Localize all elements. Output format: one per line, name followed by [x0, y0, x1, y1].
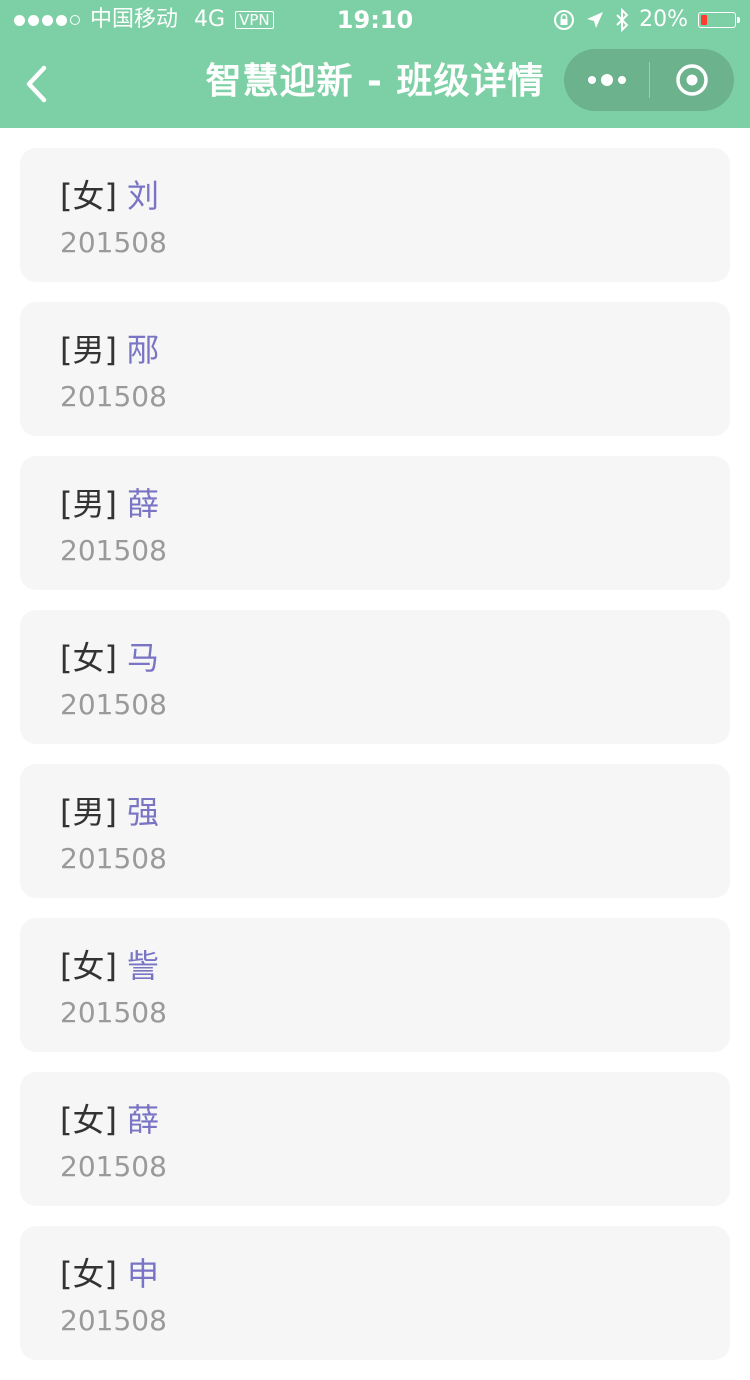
student-id: 201508 [60, 534, 167, 567]
location-arrow-icon [587, 12, 604, 28]
mini-program-capsule [564, 49, 734, 111]
student-name-line: [女] 马 [60, 638, 159, 678]
more-button[interactable] [564, 49, 649, 111]
student-name: 马 [126, 639, 159, 677]
battery-level [701, 15, 707, 25]
student-card[interactable]: [女] 刘 201508 [20, 148, 730, 282]
more-dots-icon [617, 76, 626, 84]
back-button[interactable] [14, 58, 58, 110]
student-id: 201508 [60, 1304, 167, 1337]
page-title: 智慧迎新 - 班级详情 [205, 61, 545, 102]
student-name: 訾 [126, 947, 159, 985]
battery-icon [698, 12, 740, 28]
status-bar: 中国移动 4G VPN 19:10 20% [0, 0, 750, 40]
student-id: 201508 [60, 380, 167, 413]
student-gender: [男] [60, 485, 117, 523]
status-right: 20% [553, 0, 740, 40]
student-card[interactable]: [男] 邴 201508 [20, 302, 730, 436]
student-gender: [女] [60, 177, 117, 215]
student-name: 薛 [126, 1101, 159, 1139]
student-gender: [男] [60, 793, 117, 831]
student-card[interactable]: [男] 强 201508 [20, 764, 730, 898]
student-id: 201508 [60, 1150, 167, 1183]
student-id: 201508 [60, 226, 167, 259]
student-name-line: [男] 强 [60, 792, 159, 832]
student-gender: [女] [60, 947, 117, 985]
student-name: 薛 [126, 485, 159, 523]
navigation-bar: 智慧迎新 - 班级详情 [0, 40, 750, 128]
student-card[interactable]: [女] 薛 201508 [20, 1072, 730, 1206]
student-name-line: [女] 訾 [60, 946, 159, 986]
target-circle-icon [676, 64, 708, 96]
student-list: [女] 刘 201508 [男] 邴 201508 [男] 薛 201508 [女] 马… [20, 148, 730, 1380]
top-bar: 中国移动 4G VPN 19:10 20% 智慧迎新 - 班级详情 [0, 0, 750, 128]
student-name: 刘 [126, 177, 159, 215]
close-button[interactable] [650, 49, 734, 111]
student-name: 邴 [126, 331, 159, 369]
student-card[interactable]: [女] 訾 201508 [20, 918, 730, 1052]
student-name-line: [男] 薛 [60, 484, 159, 524]
student-id: 201508 [60, 996, 167, 1029]
student-id: 201508 [60, 842, 167, 875]
student-gender: [女] [60, 1101, 117, 1139]
student-gender: [男] [60, 331, 117, 369]
student-card[interactable]: [男] 薛 201508 [20, 456, 730, 590]
student-name: 申 [126, 1255, 159, 1293]
student-gender: [女] [60, 1255, 117, 1293]
student-name: 强 [126, 793, 159, 831]
student-card[interactable]: [女] 申 201508 [20, 1226, 730, 1360]
bluetooth-icon [616, 8, 629, 32]
student-name-line: [女] 薛 [60, 1100, 159, 1140]
student-name-line: [女] 刘 [60, 176, 159, 216]
student-gender: [女] [60, 639, 117, 677]
student-card[interactable]: [女] 马 201508 [20, 610, 730, 744]
battery-percent: 20% [639, 7, 688, 32]
student-id: 201508 [60, 688, 167, 721]
more-dots-icon [600, 74, 613, 86]
more-dots-icon [587, 76, 596, 84]
student-name-line: [女] 申 [60, 1254, 159, 1294]
chevron-left-icon [26, 65, 47, 103]
orientation-lock-icon [554, 10, 575, 30]
student-name-line: [男] 邴 [60, 330, 159, 370]
